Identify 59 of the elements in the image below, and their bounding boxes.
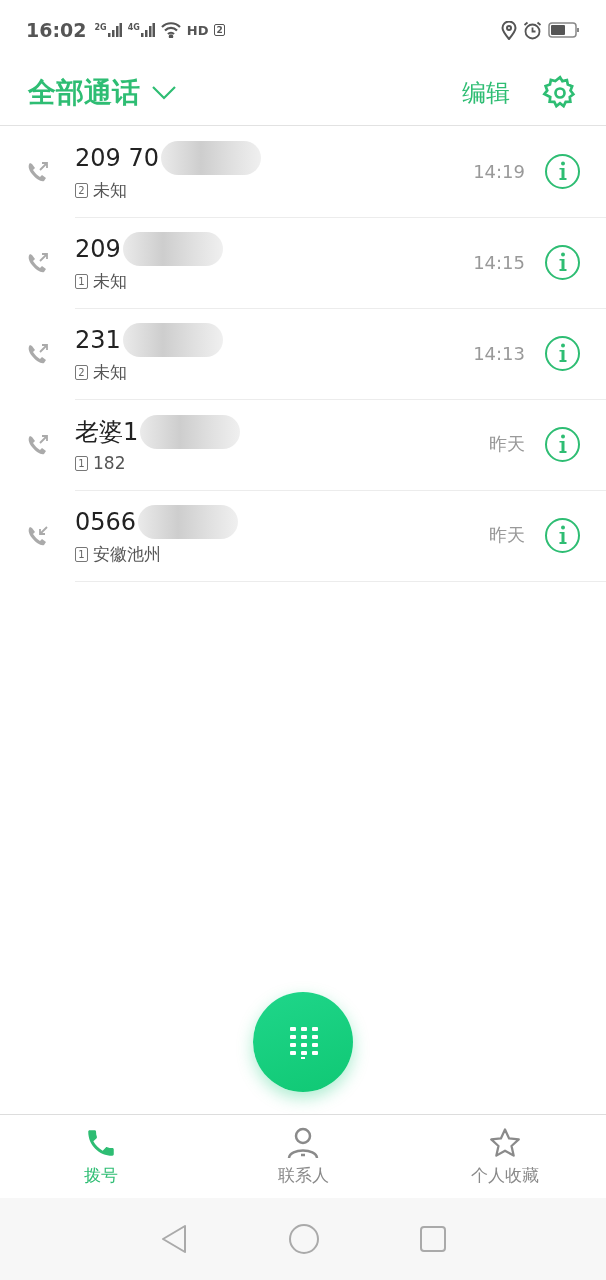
info-button[interactable]	[545, 426, 580, 462]
alarm-icon	[523, 20, 542, 40]
caller-number: 0566	[75, 507, 137, 536]
signal-icon	[140, 23, 155, 37]
tab-label: 拨号	[84, 1164, 118, 1187]
sim-badge: 2	[75, 182, 88, 198]
info-icon	[558, 343, 567, 363]
call-time: 14:19	[473, 160, 525, 182]
call-time: 14:13	[473, 342, 525, 364]
call-time: 14:15	[473, 251, 525, 273]
bottom-tab[interactable]: 联系人	[202, 1115, 404, 1198]
info-icon	[558, 525, 567, 545]
call-log-row[interactable]: 209 1 未知 14:15	[0, 217, 606, 308]
battery-icon	[548, 22, 580, 38]
info-button[interactable]	[545, 335, 580, 371]
info-icon	[558, 434, 567, 454]
network-type: 4G	[127, 23, 140, 32]
call-log-row[interactable]: 231 2 未知 14:13	[0, 308, 606, 399]
signal-icon	[107, 23, 122, 37]
caller-number: 231	[75, 325, 121, 354]
call-log-row[interactable]: 0566 1 安徽池州 昨天	[0, 490, 606, 581]
caller-number: 209 70	[75, 143, 159, 172]
chevron-down-icon[interactable]	[152, 85, 176, 100]
caller-location: 未知	[93, 269, 127, 293]
network-type: 2G	[94, 23, 107, 32]
call-time: 昨天	[489, 432, 525, 456]
caller-number: 209	[75, 234, 121, 263]
person-icon	[285, 1126, 321, 1160]
info-button[interactable]	[545, 153, 580, 189]
clock-time: 16:02	[26, 19, 87, 41]
call-log-row[interactable]: 老婆1 1 182 昨天	[0, 399, 606, 490]
sim-badge: 1	[75, 455, 88, 471]
bottom-tab[interactable]: 个人收藏	[404, 1115, 606, 1198]
back-icon[interactable]	[160, 1224, 189, 1254]
info-icon	[558, 161, 567, 181]
hd-label: HD	[186, 22, 209, 38]
caller-location: 182	[93, 453, 126, 473]
caller-location: 未知	[93, 360, 127, 384]
tab-label: 个人收藏	[471, 1164, 539, 1187]
sim-badge: 1	[75, 273, 88, 289]
recents-icon[interactable]	[419, 1226, 446, 1252]
settings-icon[interactable]	[542, 74, 578, 111]
sim-badge: 2	[75, 364, 88, 380]
sim-label: 2	[214, 24, 225, 36]
sim-badge: 1	[75, 546, 88, 562]
info-button[interactable]	[545, 517, 580, 553]
home-icon[interactable]	[289, 1224, 319, 1254]
call-log-row[interactable]: 209 70 2 未知 14:19	[0, 126, 606, 217]
info-button[interactable]	[545, 244, 580, 280]
caller-number: 老婆1	[75, 417, 139, 448]
star-icon	[487, 1126, 523, 1160]
location-icon	[501, 20, 517, 40]
dialpad-button[interactable]	[253, 992, 353, 1092]
caller-location: 未知	[93, 178, 127, 202]
call-time: 昨天	[489, 523, 525, 547]
wifi-icon	[160, 22, 181, 38]
tab-label: 联系人	[277, 1164, 329, 1187]
caller-location: 安徽池州	[93, 542, 161, 566]
info-icon	[558, 252, 567, 272]
